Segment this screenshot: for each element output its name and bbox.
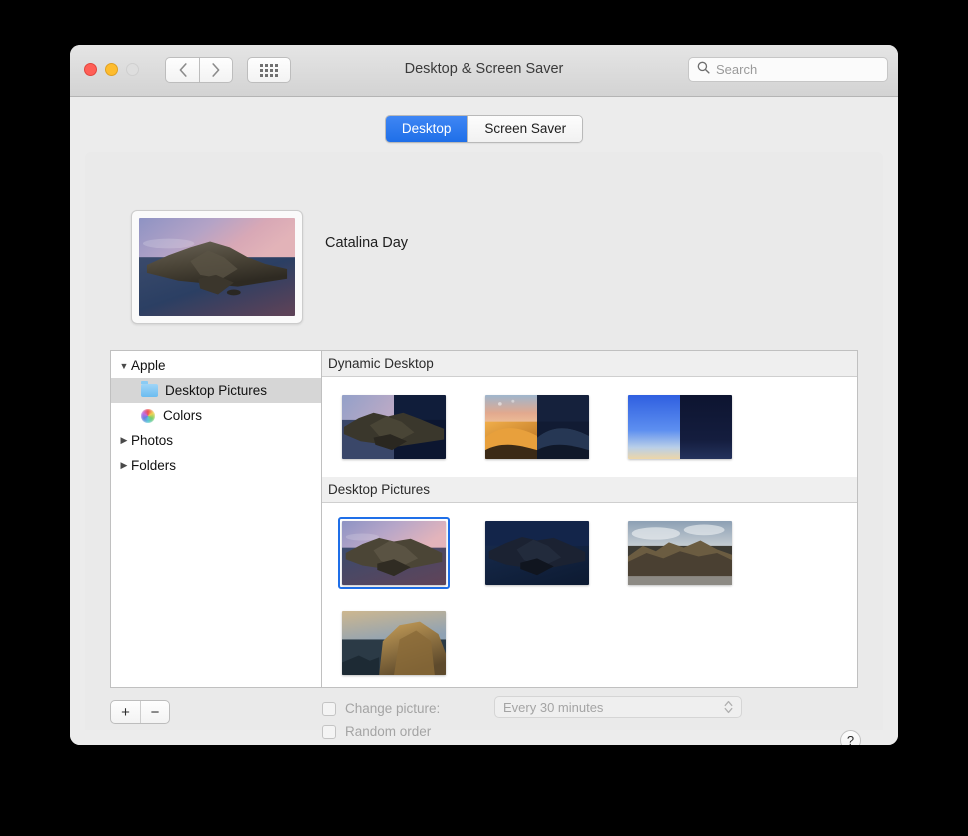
current-wallpaper-row: Catalina Day	[131, 210, 408, 324]
random-order-row[interactable]: Random order	[322, 720, 440, 743]
catalina-day-thumbnail	[139, 218, 295, 316]
sidebar-item-label: Photos	[131, 433, 174, 448]
chevron-updown-icon	[724, 699, 733, 715]
remove-folder-button[interactable]: −	[140, 701, 169, 723]
sidebar-item-photos[interactable]: ▶ Photos	[111, 428, 321, 453]
catalina-coast-grid-thumbnail	[628, 521, 732, 585]
source-list: ▼ Apple Desktop Pictures Colors ▶ Photos	[111, 351, 322, 687]
catalina-dynamic-thumbnail	[342, 395, 446, 459]
sidebar-item-label: Apple	[131, 358, 166, 373]
sidebar-item-desktop-pictures[interactable]: Desktop Pictures	[111, 378, 321, 403]
change-interval-popup[interactable]: Every 30 minutes	[494, 696, 742, 718]
mojave-dynamic-thumbnail	[485, 395, 589, 459]
disclosure-triangle-closed-icon[interactable]: ▶	[117, 460, 131, 471]
disclosure-triangle-open-icon[interactable]: ▼	[117, 361, 131, 371]
wallpaper-thumbnail-mojave-dynamic[interactable]	[481, 391, 593, 463]
sidebar-item-label: Folders	[131, 458, 177, 473]
help-button[interactable]: ?	[840, 730, 861, 745]
wallpaper-thumbnail-catalina-dynamic[interactable]	[338, 391, 450, 463]
preferences-window: Desktop & Screen Saver Desktop Screen Sa…	[70, 45, 898, 745]
window-titlebar: Desktop & Screen Saver	[70, 45, 898, 97]
wallpaper-thumbnail-solar-gradients[interactable]	[624, 391, 736, 463]
search-icon	[697, 61, 716, 79]
catalina-rock-grid-thumbnail	[342, 611, 446, 675]
color-wheel-icon	[141, 408, 155, 423]
dynamic-desktop-grid	[322, 377, 857, 477]
search-input[interactable]	[716, 62, 879, 77]
preference-panel: Catalina Day ▼ Apple Desktop Pictures Co…	[85, 152, 883, 745]
solar-gradients-thumbnail	[628, 395, 732, 459]
wallpaper-browser: ▼ Apple Desktop Pictures Colors ▶ Photos	[110, 350, 858, 688]
wallpaper-thumbnail-catalina-day[interactable]	[338, 517, 450, 589]
window-body: Desktop Screen Saver Catalina Day ▼ Appl…	[70, 97, 898, 745]
wallpaper-thumbnail-catalina-coast[interactable]	[624, 517, 736, 589]
tab-screen-saver[interactable]: Screen Saver	[467, 116, 583, 142]
sidebar-item-label: Desktop Pictures	[165, 383, 268, 398]
wallpaper-thumbnail-catalina-rock[interactable]	[338, 607, 450, 679]
change-interval-value: Every 30 minutes	[503, 699, 604, 715]
folder-icon	[141, 381, 158, 397]
sidebar-item-colors[interactable]: Colors	[111, 403, 321, 428]
sidebar-item-apple[interactable]: ▼ Apple	[111, 353, 321, 378]
wallpaper-thumbnail-catalina-night[interactable]	[481, 517, 593, 589]
section-header-dynamic-desktop: Dynamic Desktop	[322, 351, 857, 377]
current-wallpaper-name: Catalina Day	[325, 235, 409, 251]
random-order-label: Random order	[345, 724, 432, 739]
sidebar-item-folders[interactable]: ▶ Folders	[111, 453, 321, 478]
disclosure-triangle-closed-icon[interactable]: ▶	[117, 435, 131, 446]
sidebar-item-label: Colors	[163, 408, 203, 423]
add-remove-folder-buttons: + −	[110, 700, 170, 724]
tab-segmented-control: Desktop Screen Saver	[384, 115, 584, 143]
change-picture-checkbox[interactable]	[322, 701, 336, 716]
random-order-checkbox[interactable]	[322, 724, 336, 739]
change-picture-label: Change picture:	[345, 701, 441, 716]
add-folder-button[interactable]: +	[111, 701, 140, 723]
desktop-pictures-grid	[322, 503, 857, 687]
wallpaper-options: Change picture: Random order	[322, 697, 440, 743]
tab-bar: Desktop Screen Saver	[70, 115, 898, 143]
change-picture-row[interactable]: Change picture:	[322, 697, 440, 720]
catalina-night-grid-thumbnail	[485, 521, 589, 585]
catalina-day-grid-thumbnail	[342, 521, 446, 585]
section-header-desktop-pictures: Desktop Pictures	[322, 477, 857, 503]
current-wallpaper-preview[interactable]	[131, 210, 303, 324]
tab-desktop[interactable]: Desktop	[385, 116, 468, 142]
wallpaper-grid-scrollarea[interactable]: Dynamic Desktop Desktop Pictures	[322, 351, 857, 687]
search-field[interactable]	[688, 57, 888, 82]
